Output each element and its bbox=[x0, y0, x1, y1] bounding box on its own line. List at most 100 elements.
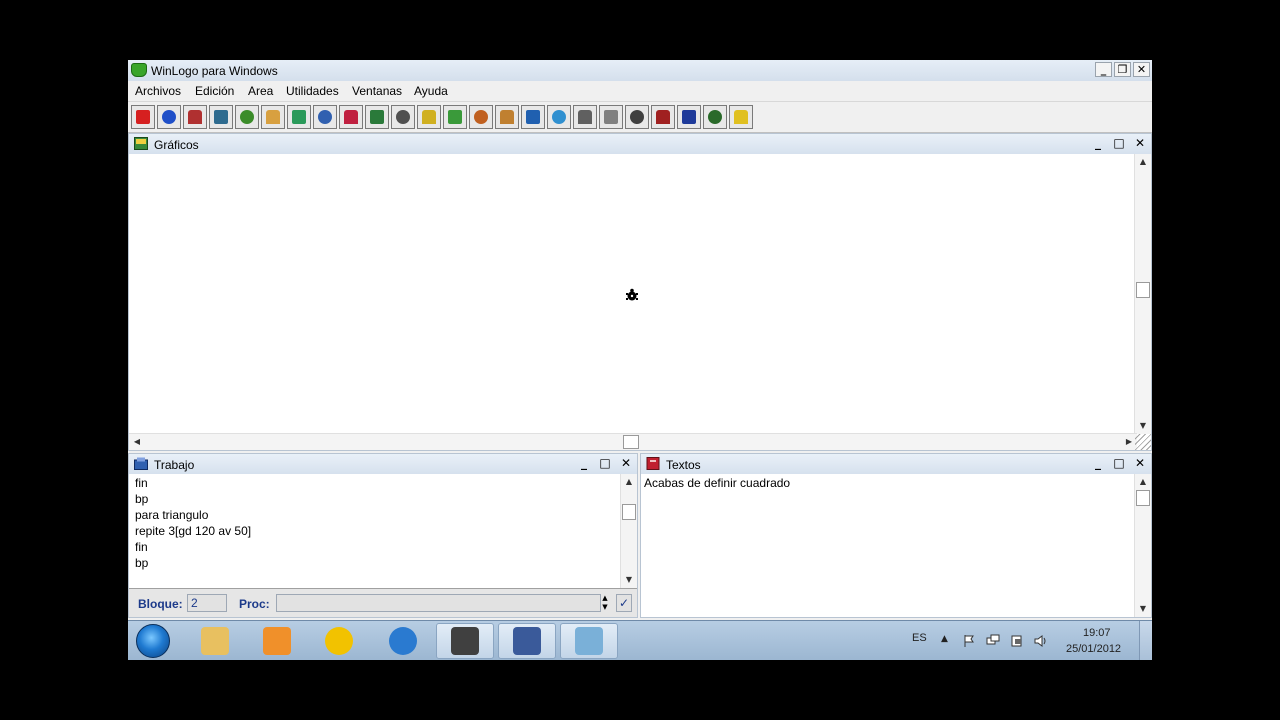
toolbar-button-fireworks[interactable] bbox=[651, 105, 675, 129]
toolbar-button-pencil[interactable] bbox=[443, 105, 467, 129]
toolbar-button-help[interactable] bbox=[729, 105, 753, 129]
toolbar-button-globe[interactable] bbox=[547, 105, 571, 129]
language-indicator[interactable]: ES bbox=[912, 632, 927, 644]
print-icon bbox=[188, 110, 202, 124]
minimize-button[interactable]: _ bbox=[1095, 62, 1112, 77]
code-line: fin bbox=[135, 540, 148, 554]
toolbar-button-new-file[interactable] bbox=[131, 105, 155, 129]
toolbar-button-tree[interactable] bbox=[235, 105, 259, 129]
scroll-down-arrow-icon[interactable]: ▼ bbox=[1135, 418, 1151, 434]
tree-icon bbox=[240, 110, 254, 124]
resize-grip-icon[interactable] bbox=[1135, 434, 1151, 450]
app-title-bar[interactable]: WinLogo para Windows _ ❐ ✕ bbox=[128, 60, 1152, 81]
proc-spinner[interactable]: ▲ ▼ bbox=[599, 594, 611, 612]
scroll-up-arrow-icon[interactable]: ▲ bbox=[1135, 474, 1151, 490]
taskbar-app-explorer[interactable] bbox=[186, 623, 244, 659]
scroll-left-arrow-icon[interactable]: ◀ bbox=[129, 434, 145, 450]
toolbar-button-stamp[interactable] bbox=[625, 105, 649, 129]
text-maximize-button[interactable]: □ bbox=[1110, 456, 1128, 471]
show-desktop-button[interactable] bbox=[1139, 621, 1152, 660]
taskbar-app-note[interactable] bbox=[560, 623, 618, 659]
taskbar-app-media[interactable] bbox=[248, 623, 306, 659]
taskbar-app-tool[interactable] bbox=[310, 623, 368, 659]
yellow-arrows-icon bbox=[325, 627, 353, 655]
text-close-button[interactable]: ✕ bbox=[1131, 456, 1149, 471]
scroll-up-arrow-icon[interactable]: ▲ bbox=[621, 474, 637, 490]
network-icon[interactable] bbox=[986, 634, 1000, 648]
toolbar-button-save-file[interactable] bbox=[157, 105, 181, 129]
window-app-icon bbox=[513, 627, 541, 655]
text-output[interactable]: Acabas de definir cuadrado bbox=[641, 474, 1135, 617]
block-field[interactable]: 2 bbox=[187, 594, 227, 612]
menu-ventanas[interactable]: Ventanas bbox=[352, 84, 402, 98]
work-vertical-scrollbar[interactable]: ▲ ▼ bbox=[620, 474, 637, 588]
graphics-canvas[interactable] bbox=[129, 154, 1135, 434]
confirm-check-icon[interactable]: ✓ bbox=[616, 594, 632, 612]
flower-icon bbox=[682, 110, 696, 124]
toolbar-button-editor[interactable] bbox=[313, 105, 337, 129]
toolbar-button-text-tt[interactable] bbox=[287, 105, 311, 129]
graphics-close-button[interactable]: ✕ bbox=[1131, 136, 1149, 151]
stamp-icon bbox=[630, 110, 644, 124]
text-title-bar[interactable]: Textos _ □ ✕ bbox=[641, 454, 1151, 474]
graphics-minimize-button[interactable]: _ bbox=[1089, 136, 1107, 151]
menu-edicion[interactable]: Edición bbox=[195, 84, 234, 98]
work-window: Trabajo _ □ ✕ fin bp para triangulo repi… bbox=[128, 453, 638, 618]
menu-area[interactable]: Area bbox=[248, 84, 273, 98]
text-minimize-button[interactable]: _ bbox=[1089, 456, 1107, 471]
toolbar-button-print[interactable] bbox=[183, 105, 207, 129]
clock-time[interactable]: 19:07 bbox=[1083, 627, 1111, 639]
graphics-vscroll-thumb[interactable] bbox=[1136, 282, 1150, 298]
work-minimize-button[interactable]: _ bbox=[575, 456, 593, 471]
toolbar-button-house[interactable] bbox=[469, 105, 493, 129]
graphics-maximize-button[interactable]: □ bbox=[1110, 136, 1128, 151]
close-button[interactable]: ✕ bbox=[1133, 62, 1150, 77]
work-editor[interactable]: fin bp para triangulo repite 3[gd 120 av… bbox=[129, 474, 621, 588]
text-window-icon bbox=[646, 457, 660, 470]
toolbar-button-zoom[interactable] bbox=[521, 105, 545, 129]
proc-field[interactable] bbox=[276, 594, 601, 612]
brush-icon bbox=[500, 110, 514, 124]
start-button[interactable] bbox=[136, 624, 170, 658]
work-vscroll-thumb[interactable] bbox=[622, 504, 636, 520]
toolbar-button-turtle[interactable] bbox=[703, 105, 727, 129]
toolbar-button-palette[interactable] bbox=[261, 105, 285, 129]
menu-utilidades[interactable]: Utilidades bbox=[286, 84, 339, 98]
taskbar-app-winlogo[interactable] bbox=[498, 623, 556, 659]
text-vscroll-thumb[interactable] bbox=[1136, 490, 1150, 506]
volume-icon[interactable] bbox=[1034, 634, 1048, 648]
action-center-flag-icon[interactable] bbox=[962, 634, 976, 648]
toolbar-button-ruler[interactable] bbox=[599, 105, 623, 129]
graphics-title-bar[interactable]: Gráficos _ □ ✕ bbox=[129, 134, 1151, 154]
toolbar-button-calculator[interactable] bbox=[209, 105, 233, 129]
graphics-vertical-scrollbar[interactable]: ▲ ▼ bbox=[1134, 154, 1151, 434]
scroll-down-arrow-icon[interactable]: ▼ bbox=[621, 572, 637, 588]
taskbar-app-ie[interactable] bbox=[374, 623, 432, 659]
toolbar-button-book[interactable] bbox=[339, 105, 363, 129]
toolbar-button-star-shape[interactable] bbox=[573, 105, 597, 129]
menu-ayuda[interactable]: Ayuda bbox=[414, 84, 448, 98]
work-maximize-button[interactable]: □ bbox=[596, 456, 614, 471]
graphics-horizontal-scrollbar[interactable]: ◀ ▶ bbox=[129, 433, 1137, 450]
magic-wand-icon bbox=[422, 110, 436, 124]
restore-button[interactable]: ❐ bbox=[1114, 62, 1131, 77]
clock-date[interactable]: 25/01/2012 bbox=[1066, 643, 1121, 655]
menu-archivos[interactable]: Archivos bbox=[135, 84, 181, 98]
show-hidden-icons-icon[interactable]: ▲ bbox=[941, 634, 948, 644]
zoom-icon bbox=[526, 110, 540, 124]
toolbar-button-picture[interactable] bbox=[365, 105, 389, 129]
power-icon[interactable] bbox=[1010, 634, 1024, 648]
work-title-bar[interactable]: Trabajo _ □ ✕ bbox=[129, 454, 637, 474]
work-close-button[interactable]: ✕ bbox=[617, 456, 635, 471]
scroll-up-arrow-icon[interactable]: ▲ bbox=[1135, 154, 1151, 170]
toolbar-button-brush[interactable] bbox=[495, 105, 519, 129]
toolbar-button-magic-wand[interactable] bbox=[417, 105, 441, 129]
graphics-hscroll-thumb[interactable] bbox=[623, 435, 639, 449]
taskbar-app-camera[interactable] bbox=[436, 623, 494, 659]
text-vertical-scrollbar[interactable]: ▲ ▼ bbox=[1134, 474, 1151, 617]
toolbar-button-flower[interactable] bbox=[677, 105, 701, 129]
scroll-down-arrow-icon[interactable]: ▼ bbox=[1135, 601, 1151, 617]
toolbar-button-notepad[interactable] bbox=[391, 105, 415, 129]
turtle-icon bbox=[708, 110, 722, 124]
menu-bar: Archivos Edición Area Utilidades Ventana… bbox=[128, 81, 1152, 101]
